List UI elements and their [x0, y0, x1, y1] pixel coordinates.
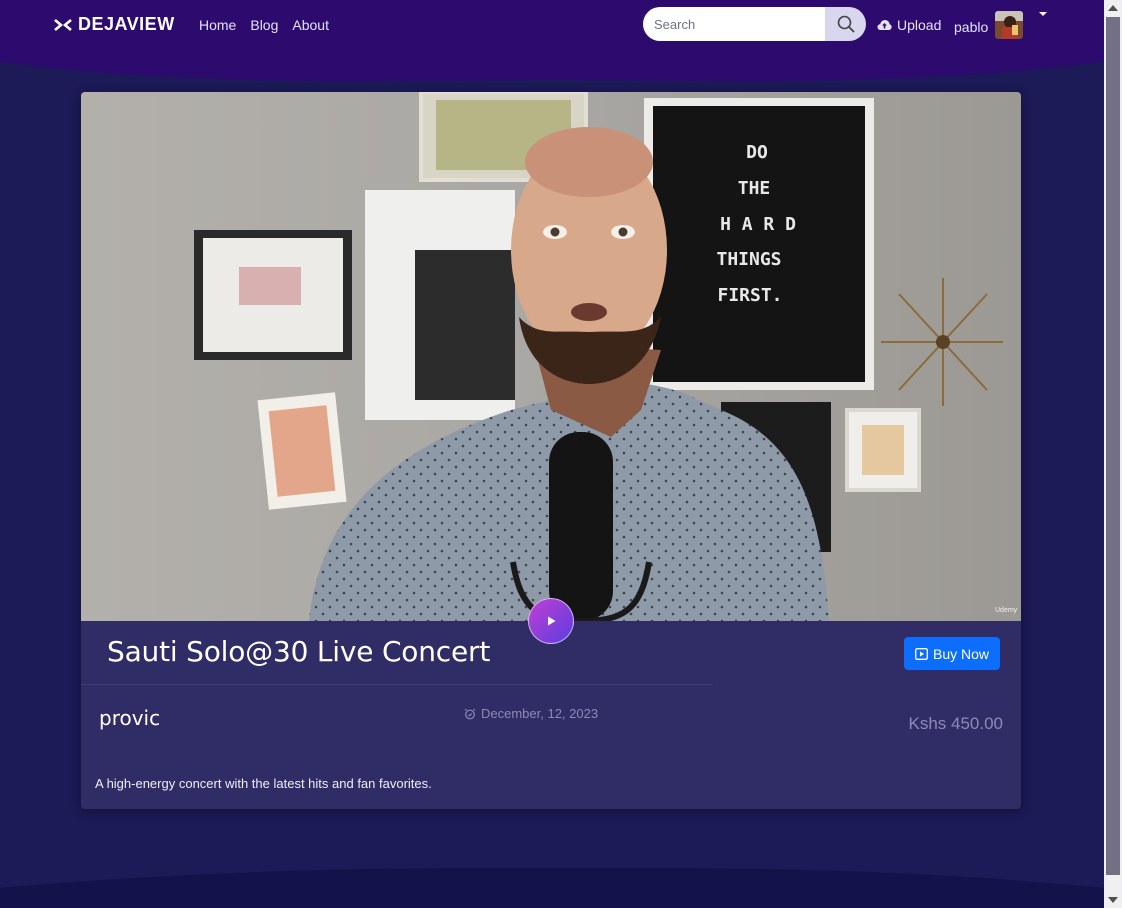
- divider: [81, 684, 713, 685]
- user-menu[interactable]: pablo: [954, 11, 1048, 39]
- page: DEJAVIEW Home Blog About Upload pablo: [0, 0, 1104, 908]
- caret-down-icon: [1039, 12, 1048, 16]
- play-icon: [548, 616, 556, 626]
- brand-icon: [54, 18, 72, 31]
- username: pablo: [954, 18, 989, 35]
- scroll-down-arrow-icon[interactable]: [1108, 897, 1118, 903]
- nav-link-blog[interactable]: Blog: [250, 17, 278, 33]
- search-input[interactable]: [643, 7, 825, 41]
- brand-logo[interactable]: DEJAVIEW: [54, 14, 175, 35]
- event-title: Sauti Solo@30 Live Concert: [107, 635, 491, 668]
- board-line-2: THE: [738, 178, 771, 199]
- event-description: A high-energy concert with the latest hi…: [95, 776, 432, 791]
- play-button[interactable]: [528, 598, 574, 644]
- upload-label: Upload: [897, 17, 942, 33]
- event-date-text: December, 12, 2023: [481, 706, 599, 721]
- upload-link[interactable]: Upload: [877, 17, 941, 33]
- board-line-5: FIRST.: [717, 285, 782, 306]
- search-button[interactable]: [825, 7, 866, 41]
- board-line-1: DO: [746, 142, 768, 163]
- nav-links: Home Blog About: [199, 17, 329, 33]
- event-date: December, 12, 2023: [464, 706, 598, 721]
- navbar: DEJAVIEW Home Blog About Upload pablo: [0, 0, 1104, 50]
- nav-link-home[interactable]: Home: [199, 17, 236, 33]
- search-group: [643, 7, 866, 41]
- nav-link-about[interactable]: About: [292, 17, 329, 33]
- search-icon: [837, 15, 855, 33]
- alarm-clock-icon: [464, 708, 476, 719]
- brand-name: DEJAVIEW: [78, 14, 175, 34]
- scroll-thumb[interactable]: [1106, 17, 1120, 875]
- video-thumbnail: DO THE H A R D THINGS FIRST. Udemy: [81, 92, 1021, 621]
- event-card: DO THE H A R D THINGS FIRST. Udemy Sauti…: [81, 92, 1021, 809]
- board-line-4: THINGS: [716, 249, 781, 270]
- footer-wave: [0, 867, 1104, 908]
- video-watermark: Udemy: [995, 607, 1018, 614]
- organizer-name: provic: [99, 706, 161, 730]
- avatar: [995, 11, 1024, 39]
- vertical-scrollbar[interactable]: [1104, 0, 1122, 908]
- play-box-icon: [915, 647, 928, 660]
- board-line-3: H A R D: [720, 214, 796, 235]
- buy-now-button[interactable]: Buy Now: [904, 637, 1000, 670]
- buy-now-label: Buy Now: [932, 645, 990, 662]
- scroll-up-arrow-icon[interactable]: [1108, 5, 1118, 11]
- video-player[interactable]: DO THE H A R D THINGS FIRST. Udemy: [81, 92, 1021, 621]
- event-price: Kshs 450.00: [908, 714, 1003, 733]
- cloud-upload-icon: [877, 20, 892, 30]
